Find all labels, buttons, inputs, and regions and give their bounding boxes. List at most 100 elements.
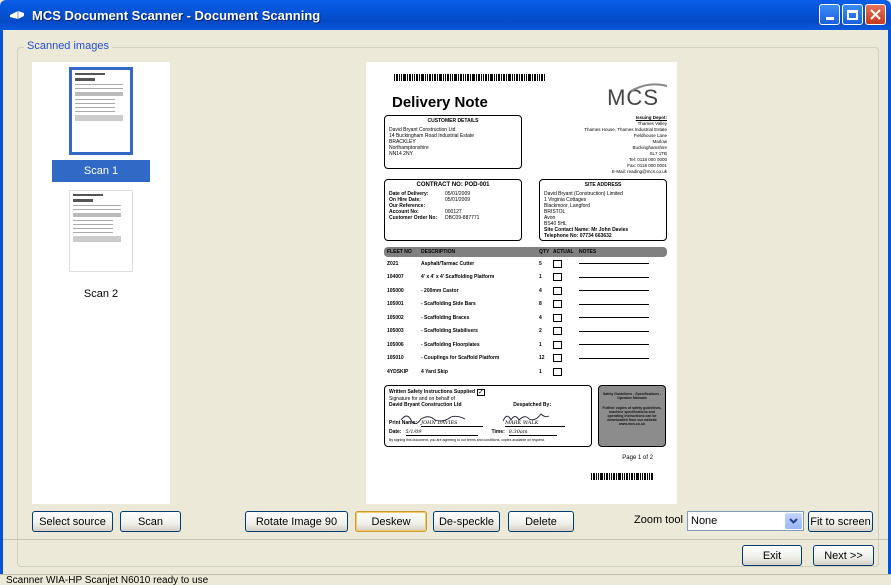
- item-description: 4' x 4' x 4' Scaffolding Platform: [421, 274, 495, 281]
- contract-field-value: 05/01/2009: [445, 197, 471, 203]
- item-qty: 4: [539, 314, 542, 321]
- site-phone: Telephone No: 07734 663632: [544, 233, 612, 239]
- contract-field-label: Customer Order No:: [389, 215, 438, 221]
- page-indicator: Page 1 of 2: [622, 454, 653, 461]
- fleet-no: 105002: [387, 314, 404, 321]
- thumbnail-list[interactable]: Scan 1 Scan 2: [32, 62, 170, 504]
- delete-button[interactable]: Delete: [508, 511, 574, 532]
- date-value: 5/1/09: [405, 429, 478, 436]
- safety-check-icon: ✓: [477, 388, 486, 396]
- thumbnail-label: Scan 1: [52, 160, 150, 182]
- contact-value: reading@mcs.co.uk: [627, 169, 667, 174]
- zoom-tool-value: None: [691, 515, 718, 527]
- contract-box: CONTRACT NO: POD-001 Date of Delivery: 05…: [384, 179, 522, 241]
- thumbnail-image: [69, 190, 133, 272]
- fleet-no: 105010: [387, 355, 404, 362]
- notes-line: [579, 344, 649, 346]
- contact-key: Tel:: [629, 157, 637, 162]
- close-button[interactable]: [865, 4, 886, 25]
- time-label: Time:: [491, 429, 505, 435]
- next-button[interactable]: Next >>: [813, 545, 874, 566]
- fit-to-screen-button[interactable]: Fit to screen: [808, 511, 873, 532]
- time-value: 8.30am: [508, 429, 557, 436]
- table-row: 4YDSKIP 4 Yard Skip 1: [384, 365, 667, 379]
- contact-value: 0118 000 0001: [637, 163, 667, 168]
- col-actual: ACTUAL: [553, 249, 574, 255]
- minimize-icon: [825, 17, 834, 20]
- notes-line: [579, 317, 649, 319]
- group-label: Scanned images: [24, 40, 112, 52]
- actual-checkbox: [553, 300, 562, 309]
- exit-button[interactable]: Exit: [742, 545, 802, 566]
- contact-key: E-Mail:: [611, 169, 626, 174]
- thumbnail-label: Scan 2: [83, 288, 119, 300]
- notes-line: [579, 290, 649, 292]
- col-description: DESCRIPTION: [421, 249, 456, 255]
- table-row: 105000 - 200mm Castor 4: [384, 284, 667, 298]
- col-qty: QTY: [539, 249, 550, 255]
- close-icon: [870, 9, 881, 20]
- item-description: - Scaffolding Floorplates: [421, 341, 480, 348]
- disclaimer: By signing this document, you are agreei…: [389, 437, 545, 442]
- contract-field-value: DBC09-887771: [445, 215, 480, 221]
- select-source-button[interactable]: Select source: [32, 511, 113, 532]
- table-row: Z021 Asphalt/Tarmac Cutter 5: [384, 257, 667, 271]
- actual-checkbox: [553, 327, 562, 336]
- deskew-button[interactable]: Deskew: [355, 511, 427, 532]
- item-qty: 1: [539, 368, 542, 375]
- maximize-icon: [847, 9, 858, 20]
- scan-button[interactable]: Scan: [120, 511, 181, 532]
- zoom-tool-select[interactable]: None: [687, 511, 804, 531]
- actual-checkbox: [553, 354, 562, 363]
- minimize-button[interactable]: [819, 4, 840, 25]
- thumbnail-scan-2[interactable]: Scan 2: [32, 190, 170, 300]
- col-fleet: FLEET NO: [387, 249, 412, 255]
- despeckle-button[interactable]: De-speckle: [433, 511, 500, 532]
- despatcher-signature: [502, 412, 550, 421]
- date-label: Date:: [389, 429, 402, 435]
- notes-line: [579, 276, 649, 278]
- safety-box-text: Further copies of safety guidelines, mac…: [602, 405, 662, 426]
- notes-line: [579, 330, 649, 332]
- safety-guidelines-box: Safety Guidelines - Specifications - Ope…: [598, 384, 666, 447]
- window-title: MCS Document Scanner - Document Scanning: [32, 7, 321, 23]
- table-row: 105002 - Scaffolding Braces 4: [384, 311, 667, 325]
- site-address-header: SITE ADDRESS: [584, 182, 622, 188]
- table-row: 104007 4' x 4' x 4' Scaffolding Platform 1: [384, 271, 667, 285]
- fleet-no: 4YDSKIP: [387, 368, 409, 375]
- notes-line: [579, 357, 649, 359]
- item-description: - Scaffolding Stabilisers: [421, 328, 478, 335]
- actual-checkbox: [553, 340, 562, 349]
- despatched-by-label: Despatched By:: [513, 401, 551, 408]
- barcode-top: [394, 74, 667, 81]
- document-preview[interactable]: Delivery Note MCS CUSTOMER DETAILS David…: [366, 62, 677, 504]
- chevron-down-icon[interactable]: [785, 513, 802, 529]
- actual-checkbox: [553, 313, 562, 322]
- customer-address-line: NN14 2NY: [389, 151, 413, 157]
- item-qty: 2: [539, 328, 542, 335]
- title-bar[interactable]: MCS Document Scanner - Document Scanning: [0, 0, 891, 30]
- maximize-button[interactable]: [842, 4, 863, 25]
- issuing-depot: Issuing Depot: Thames Valley Thames Hous…: [549, 115, 667, 175]
- customer-details-header: CUSTOMER DETAILS: [427, 118, 479, 124]
- table-header: FLEET NO DESCRIPTION QTY ACTUAL NOTES: [384, 247, 667, 257]
- scanner-app-icon: [8, 8, 26, 22]
- item-description: - 200mm Castor: [421, 287, 459, 294]
- col-notes: NOTES: [579, 249, 597, 255]
- actual-checkbox: [553, 286, 562, 295]
- divider: [3, 539, 888, 540]
- table-row: 105006 - Scaffolding Floorplates 1: [384, 338, 667, 352]
- actual-checkbox: [553, 273, 562, 282]
- item-qty: 5: [539, 260, 542, 267]
- fleet-no: 105003: [387, 328, 404, 335]
- status-bar: Scanner WIA-HP Scanjet N6010 ready to us…: [0, 574, 891, 585]
- customer-signature: [400, 415, 466, 424]
- notes-line: [579, 303, 649, 305]
- contact-key: Fax:: [627, 163, 637, 168]
- item-description: - Scaffolding Side Bars: [421, 301, 476, 308]
- thumbnail-scan-1[interactable]: Scan 1: [32, 62, 170, 184]
- fleet-no: 105000: [387, 287, 404, 294]
- rotate-image-button[interactable]: Rotate Image 90: [245, 511, 348, 532]
- item-qty: 12: [539, 355, 545, 362]
- zoom-tool-label: Zoom tool: [634, 514, 683, 526]
